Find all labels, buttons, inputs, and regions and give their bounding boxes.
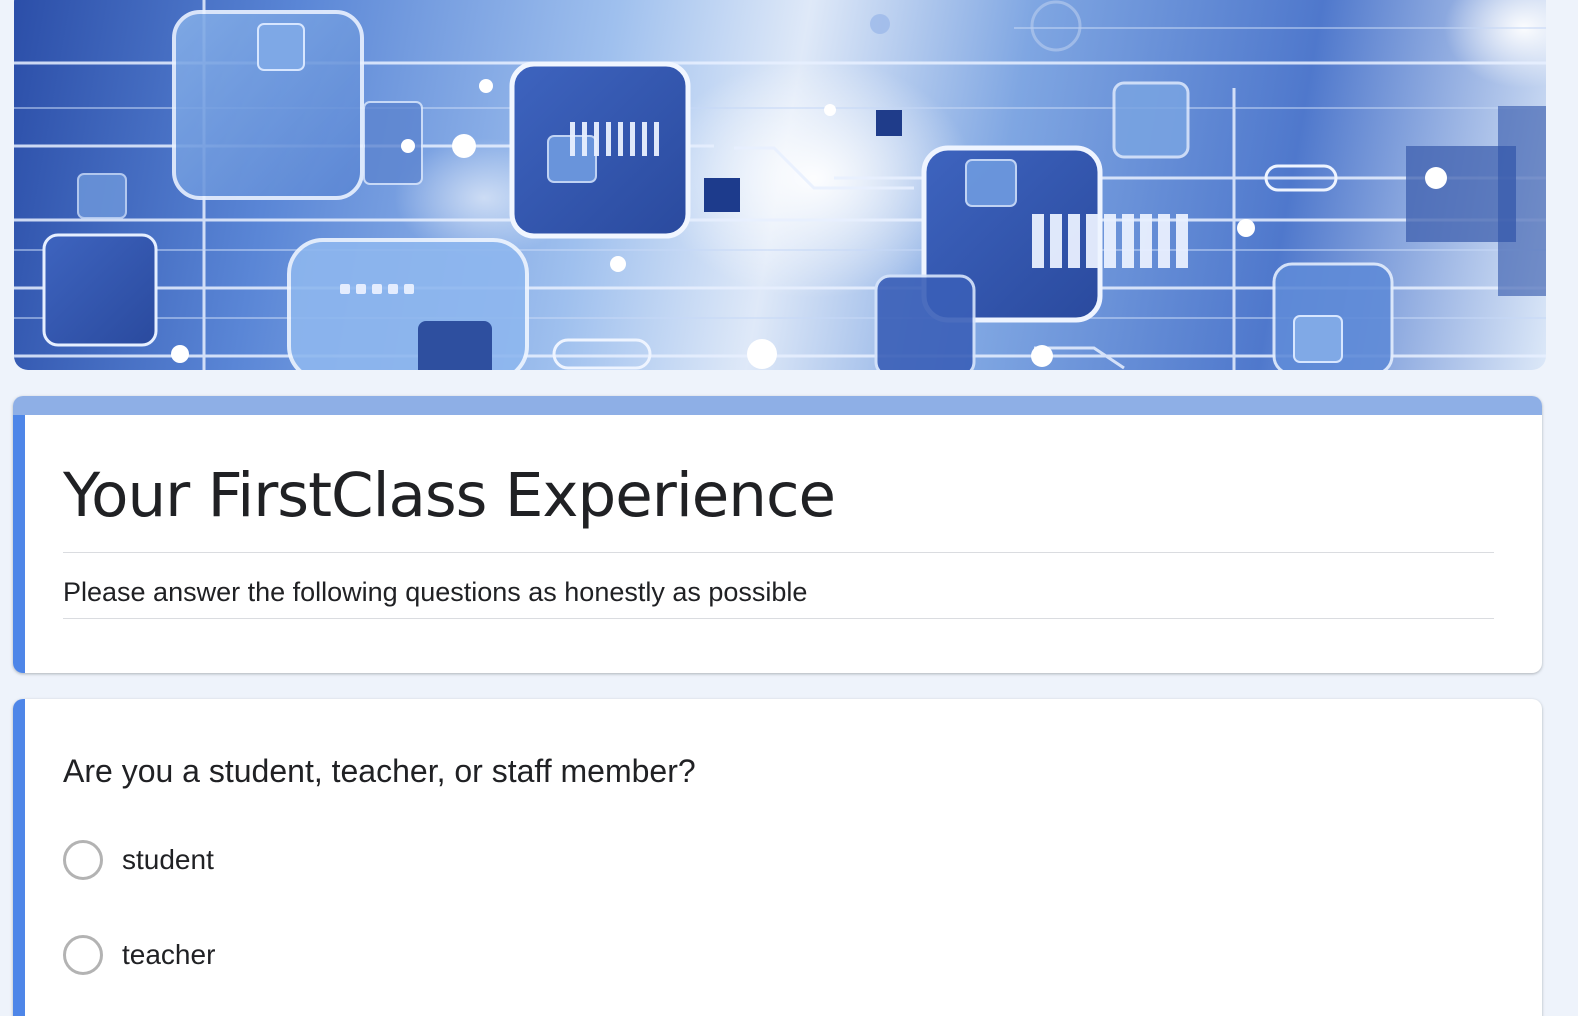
form-title: Your FirstClass Experience [63,460,836,531]
description-divider [63,618,1494,619]
radio-option-label: teacher [122,939,216,970]
radio-option-student[interactable]: student [63,840,214,880]
page-margin [1566,395,1578,1016]
radio-option-teacher[interactable]: teacher [63,935,215,975]
header-banner-image [14,0,1546,370]
question-card-left-accent [13,699,25,1016]
title-card-left-accent [13,415,25,673]
radio-button-icon[interactable] [63,935,103,975]
question-title: Are you a student, teacher, or staff mem… [63,753,696,789]
title-card-top-bar [13,396,1542,415]
radio-option-label: student [122,844,214,875]
question-card: Are you a student, teacher, or staff mem… [13,699,1542,1016]
radio-button-icon[interactable] [63,840,103,880]
title-divider [63,552,1494,553]
form-page: Your FirstClass Experience Please answer… [0,0,1578,1016]
form-description: Please answer the following questions as… [63,577,808,607]
form-title-card: Your FirstClass Experience Please answer… [13,396,1542,673]
circuit-illustration [14,0,1546,370]
